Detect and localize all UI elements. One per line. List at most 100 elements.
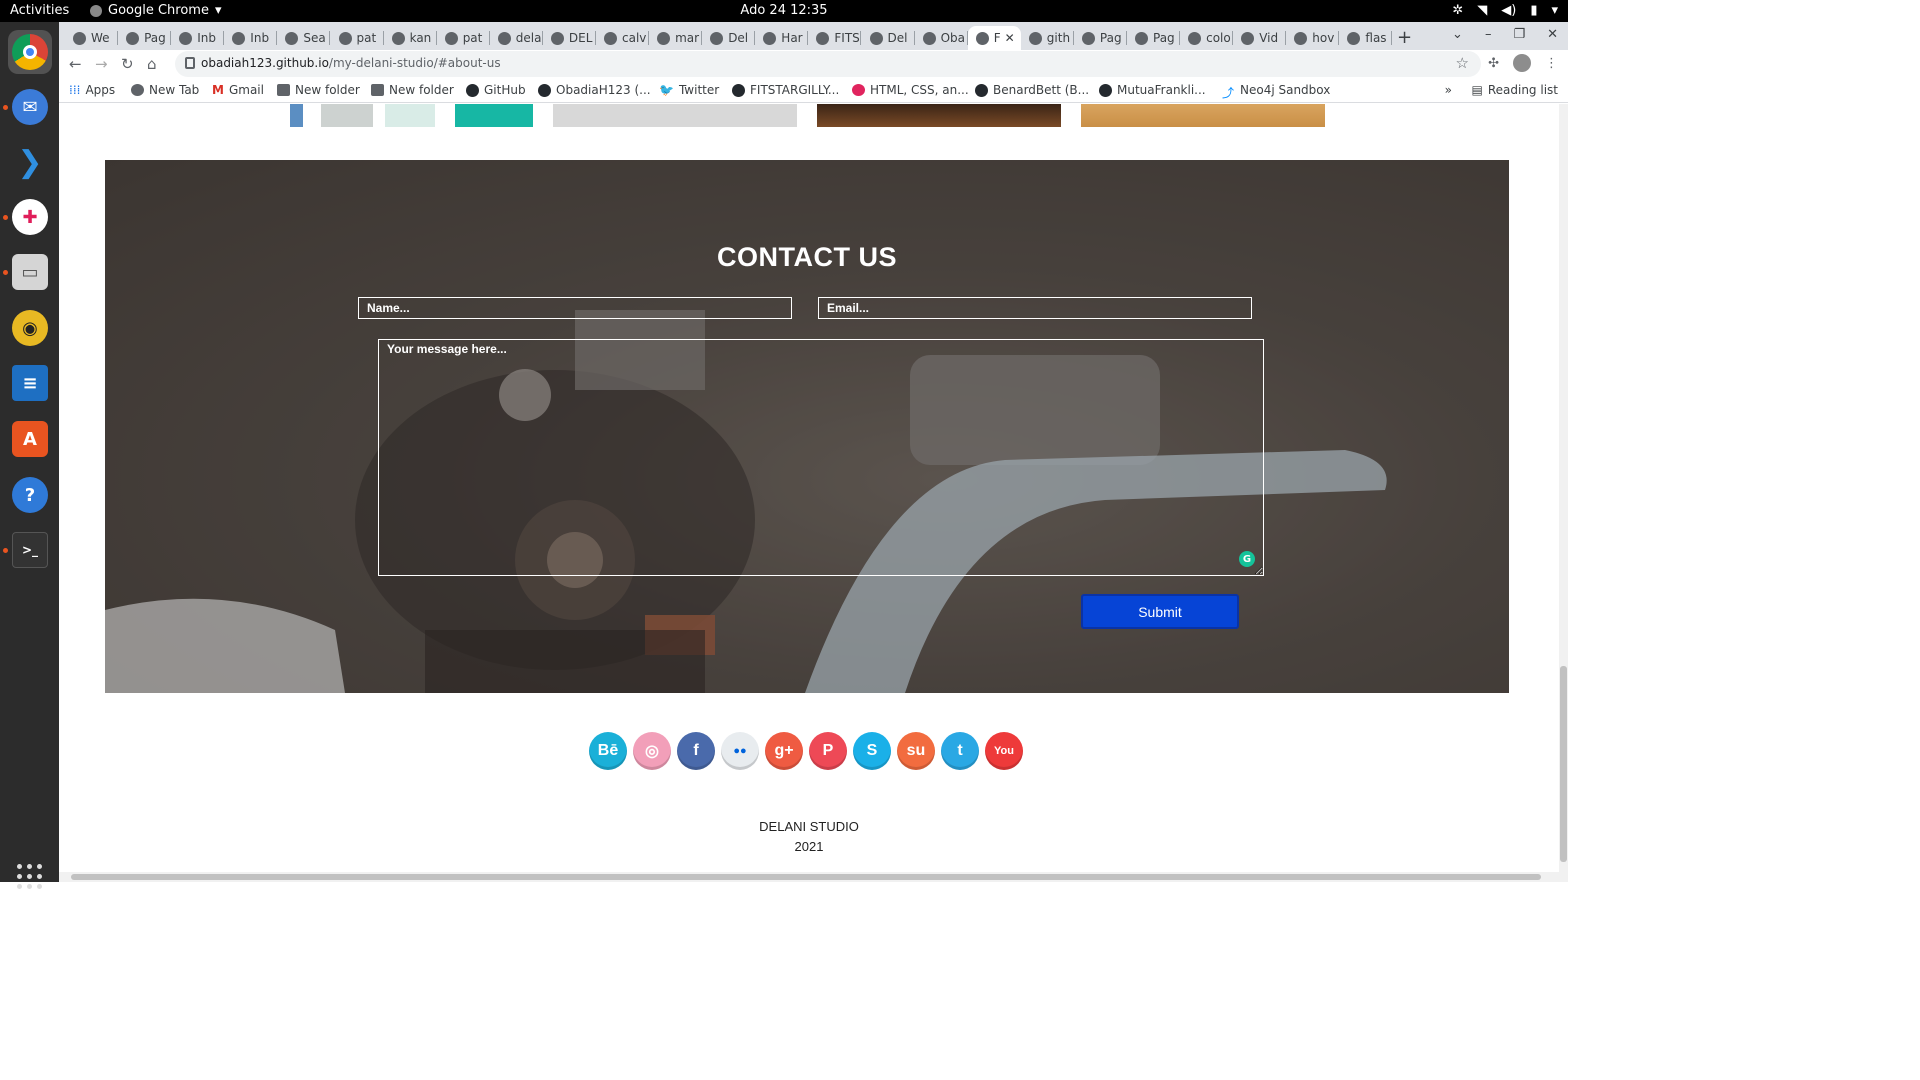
browser-tab[interactable]: Pag bbox=[1127, 26, 1180, 50]
bookmark-apps[interactable]: ⁞⁞⁞ Apps bbox=[69, 83, 115, 97]
profile-avatar[interactable] bbox=[1513, 54, 1531, 72]
dock-rhythmbox[interactable]: ◉ bbox=[8, 306, 52, 350]
bookmark-item[interactable]: New Tab bbox=[131, 83, 199, 97]
browser-tab[interactable]: Oba bbox=[915, 26, 968, 50]
browser-tab[interactable]: pat bbox=[331, 26, 384, 50]
dock-software[interactable]: A bbox=[8, 417, 52, 461]
google-plus-icon[interactable]: g+ bbox=[765, 732, 803, 770]
activities-button[interactable]: Activities bbox=[10, 3, 69, 18]
browser-tab[interactable]: Del bbox=[702, 26, 756, 50]
message-textarea[interactable] bbox=[378, 339, 1264, 576]
menu-icon[interactable]: ⋮ bbox=[1545, 56, 1558, 71]
email-input[interactable] bbox=[818, 297, 1252, 319]
facebook-icon[interactable]: f bbox=[677, 732, 715, 770]
forward-icon[interactable]: → bbox=[95, 55, 108, 73]
reload-icon[interactable]: ↻ bbox=[121, 55, 134, 73]
dribbble-icon[interactable]: ◎ bbox=[633, 732, 671, 770]
browser-tab[interactable]: Vid bbox=[1233, 26, 1287, 50]
bookmark-item[interactable]: New folder bbox=[371, 83, 454, 97]
browser-tab[interactable]: Pag bbox=[1074, 26, 1127, 50]
tab-label: calv bbox=[622, 31, 647, 45]
grammarly-icon[interactable]: G bbox=[1239, 551, 1255, 567]
browser-tab[interactable]: gith bbox=[1021, 26, 1074, 50]
browser-tab[interactable]: Sea bbox=[277, 26, 331, 50]
bookmark-item[interactable]: GitHub bbox=[466, 83, 526, 97]
more-bookmarks-icon[interactable]: » bbox=[1445, 83, 1452, 97]
skype-icon[interactable]: S bbox=[853, 732, 891, 770]
new-tab-button[interactable]: + bbox=[1397, 27, 1412, 48]
portfolio-thumbnail[interactable] bbox=[817, 104, 1061, 127]
browser-tab[interactable]: dela bbox=[490, 26, 543, 50]
bookmark-item[interactable]: BenardBett (B... bbox=[975, 83, 1089, 97]
flickr-icon[interactable]: ●● bbox=[721, 732, 759, 770]
url-text[interactable]: obadiah123.github.io/my-delani-studio/#a… bbox=[201, 56, 501, 70]
dock-terminal[interactable]: >_ bbox=[8, 528, 52, 572]
dock-chrome[interactable] bbox=[8, 30, 52, 74]
slack-tray-icon[interactable]: ✲ bbox=[1452, 3, 1463, 18]
app-menu[interactable]: Google Chrome ▾ bbox=[90, 3, 222, 18]
portfolio-thumbnail[interactable] bbox=[1081, 104, 1325, 127]
scroll-thumb[interactable] bbox=[1560, 666, 1567, 862]
portfolio-thumbnail[interactable] bbox=[321, 104, 373, 127]
browser-tab[interactable]: F ✕ bbox=[967, 26, 1021, 50]
dock-slack[interactable]: ✚ bbox=[8, 195, 52, 239]
twitter-icon[interactable]: t bbox=[941, 732, 979, 770]
back-icon[interactable]: ← bbox=[69, 55, 82, 73]
close-tab-icon[interactable]: ✕ bbox=[1005, 31, 1015, 45]
browser-tab[interactable]: Inb bbox=[171, 26, 225, 50]
browser-tab[interactable]: Inb bbox=[224, 26, 278, 50]
show-applications-icon[interactable] bbox=[17, 864, 43, 890]
dock-writer[interactable]: ≡ bbox=[8, 361, 52, 405]
browser-tab[interactable]: colo bbox=[1180, 26, 1234, 50]
horizontal-scrollbar[interactable] bbox=[59, 872, 1568, 882]
maximize-button[interactable]: ❐ bbox=[1513, 27, 1525, 42]
browser-tab[interactable]: Pag bbox=[118, 26, 172, 50]
address-bar[interactable]: obadiah123.github.io/my-delani-studio/#a… bbox=[175, 51, 1481, 77]
portfolio-thumbnail[interactable] bbox=[290, 104, 303, 127]
browser-tab[interactable]: mar bbox=[649, 26, 703, 50]
portfolio-thumbnail[interactable] bbox=[455, 104, 533, 127]
youtube-icon[interactable]: You bbox=[985, 732, 1023, 770]
bookmark-item[interactable]: ⤴ Neo4j Sandbox bbox=[1222, 83, 1330, 100]
browser-tab[interactable]: Del bbox=[862, 26, 915, 50]
extensions-icon[interactable]: ✣ bbox=[1488, 56, 1499, 71]
bookmark-item[interactable]: HTML, CSS, an... bbox=[852, 83, 969, 97]
system-tray[interactable]: ✲ ◥ ◀) ▮ ▾ bbox=[1452, 3, 1558, 18]
stumbleupon-icon[interactable]: su bbox=[897, 732, 935, 770]
browser-tab[interactable]: FITS bbox=[808, 26, 862, 50]
minimize-button[interactable]: – bbox=[1485, 27, 1492, 42]
close-window-button[interactable]: ✕ bbox=[1547, 27, 1558, 42]
clock[interactable]: Ado 24 12:35 bbox=[0, 3, 1568, 18]
lock-icon[interactable] bbox=[185, 57, 195, 69]
dock-thunderbird[interactable]: ✉ bbox=[8, 85, 52, 129]
vertical-scrollbar[interactable] bbox=[1559, 104, 1568, 872]
bookmark-item[interactable]: 🐦 Twitter bbox=[659, 83, 719, 97]
name-input[interactable] bbox=[358, 297, 792, 319]
dock-files[interactable]: ▭ bbox=[8, 250, 52, 294]
portfolio-thumbnail[interactable] bbox=[553, 104, 797, 127]
bookmark-item[interactable]: MutuaFrankli... bbox=[1099, 83, 1206, 97]
browser-tab[interactable]: kan bbox=[384, 26, 437, 50]
browser-tab[interactable]: Har bbox=[755, 26, 809, 50]
reading-list-button[interactable]: ▤ Reading list bbox=[1472, 83, 1559, 97]
portfolio-thumbnail[interactable] bbox=[385, 104, 435, 127]
home-icon[interactable]: ⌂ bbox=[147, 55, 157, 73]
bookmark-star-icon[interactable]: ☆ bbox=[1456, 54, 1469, 72]
bookmark-item[interactable]: New folder bbox=[277, 83, 360, 97]
tab-search-icon[interactable]: ⌄ bbox=[1452, 27, 1463, 42]
dock-vscode[interactable]: ❯ bbox=[8, 140, 52, 184]
browser-tab[interactable]: hov bbox=[1286, 26, 1340, 50]
submit-button[interactable]: Submit bbox=[1081, 594, 1239, 629]
pinterest-icon[interactable]: P bbox=[809, 732, 847, 770]
browser-tab[interactable]: calv bbox=[596, 26, 649, 50]
behance-icon[interactable]: Bē bbox=[589, 732, 627, 770]
scroll-thumb[interactable] bbox=[71, 874, 1541, 880]
bookmark-item[interactable]: M Gmail bbox=[212, 83, 264, 97]
browser-tab[interactable]: We bbox=[65, 26, 118, 50]
bookmark-item[interactable]: FITSTARGILLY... bbox=[732, 83, 839, 97]
browser-tab[interactable]: pat bbox=[437, 26, 490, 50]
browser-tab[interactable]: flas bbox=[1339, 26, 1393, 50]
dock-help[interactable]: ? bbox=[8, 473, 52, 517]
bookmark-item[interactable]: ObadiaH123 (... bbox=[538, 83, 651, 97]
browser-tab[interactable]: DEL bbox=[543, 26, 596, 50]
